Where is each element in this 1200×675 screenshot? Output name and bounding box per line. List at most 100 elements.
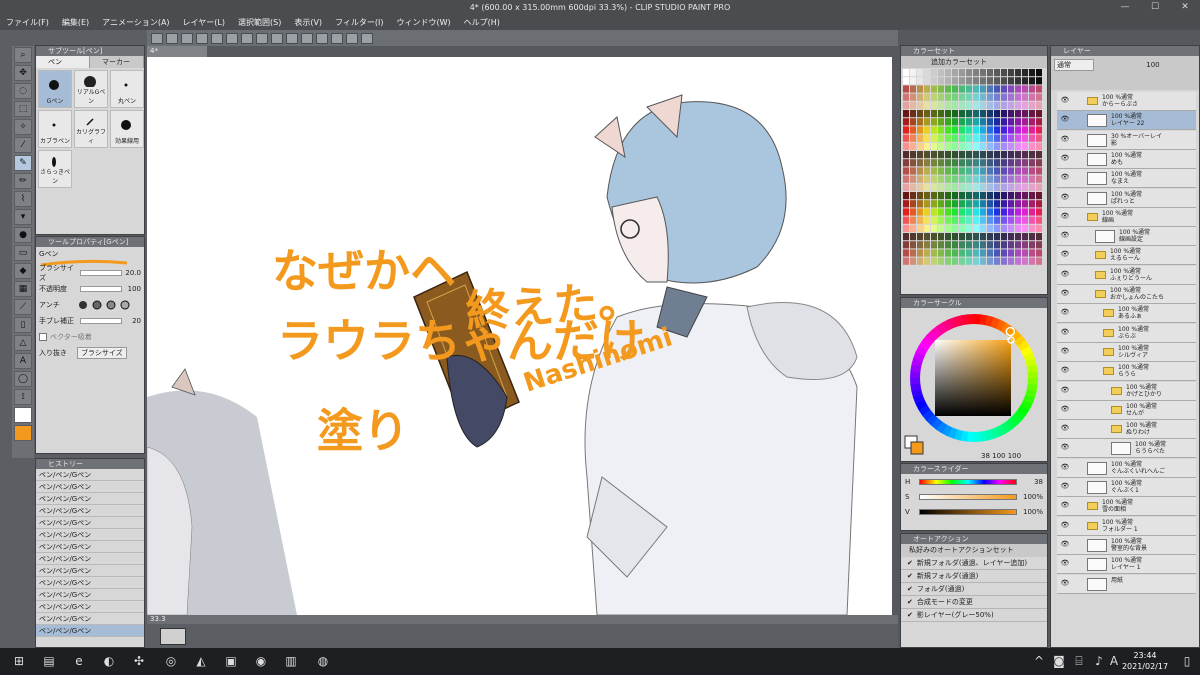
color-swatch[interactable] <box>1015 200 1021 208</box>
fill-tool-icon[interactable]: ◆ <box>14 263 32 279</box>
saturation-slider-row[interactable]: S 100% <box>901 489 1047 504</box>
color-swatch[interactable] <box>1036 134 1042 142</box>
color-swatch[interactable] <box>980 241 986 249</box>
color-swatch[interactable] <box>903 126 909 134</box>
color-swatch[interactable] <box>938 93 944 101</box>
color-swatch[interactable] <box>924 151 930 159</box>
color-swatch[interactable] <box>987 216 993 224</box>
layer-row[interactable]: 👁 100 %通常 ふぇりどうーん <box>1057 265 1196 285</box>
color-swatch[interactable] <box>1015 134 1021 142</box>
color-swatch[interactable] <box>987 77 993 85</box>
color-swatch[interactable] <box>994 77 1000 85</box>
history-item[interactable]: ペン/ペン/Gペン <box>36 529 144 541</box>
color-swatch[interactable] <box>945 249 951 257</box>
menu-window[interactable]: ウィンドウ(W) <box>397 17 451 28</box>
history-item[interactable]: ペン/ペン/Gペン <box>36 565 144 577</box>
color-swatch[interactable] <box>910 257 916 265</box>
color-swatch[interactable] <box>1001 85 1007 93</box>
color-swatch[interactable] <box>917 151 923 159</box>
color-swatch[interactable] <box>903 85 909 93</box>
color-swatch[interactable] <box>959 216 965 224</box>
color-swatch[interactable] <box>931 167 937 175</box>
color-swatch[interactable] <box>1001 101 1007 109</box>
color-swatch[interactable] <box>945 93 951 101</box>
layer-visibility-eye-icon[interactable]: 👁 <box>1059 212 1071 220</box>
color-swatch[interactable] <box>1001 216 1007 224</box>
color-swatch[interactable] <box>973 233 979 241</box>
color-swatch[interactable] <box>994 257 1000 265</box>
layer-row[interactable]: 👁 100 %通常 フォルダー 1 <box>1057 516 1196 536</box>
color-swatch[interactable] <box>966 151 972 159</box>
color-swatch[interactable] <box>917 183 923 191</box>
color-swatch[interactable] <box>1036 93 1042 101</box>
color-swatch[interactable] <box>924 134 930 142</box>
color-swatch[interactable] <box>1036 101 1042 109</box>
lasso-tool-icon[interactable]: ◌ <box>14 83 32 99</box>
color-swatch[interactable] <box>1029 134 1035 142</box>
color-swatch[interactable] <box>973 93 979 101</box>
color-swatch[interactable] <box>1022 167 1028 175</box>
color-swatch[interactable] <box>945 134 951 142</box>
color-swatch[interactable] <box>1036 110 1042 118</box>
color-swatch[interactable] <box>931 118 937 126</box>
sub-color-swatch-icon[interactable] <box>14 425 32 441</box>
color-swatch[interactable] <box>1015 69 1021 77</box>
color-swatch[interactable] <box>917 200 923 208</box>
color-swatch[interactable] <box>910 134 916 142</box>
layer-row[interactable]: 👁 100 %通常 おかしょんのこたち <box>1057 285 1196 304</box>
blend-mode-dropdown[interactable]: 通常 <box>1054 59 1094 71</box>
color-swatch[interactable] <box>931 159 937 167</box>
color-swatch[interactable] <box>966 110 972 118</box>
color-swatch[interactable] <box>1036 233 1042 241</box>
color-swatch[interactable] <box>973 249 979 257</box>
history-item[interactable]: ペン/ペン/Gペン <box>36 601 144 613</box>
color-swatch[interactable] <box>1022 192 1028 200</box>
color-swatch[interactable] <box>938 241 944 249</box>
brush-effect-line[interactable]: 効果線用 <box>110 110 144 148</box>
color-swatch[interactable] <box>924 183 930 191</box>
color-swatch[interactable] <box>987 257 993 265</box>
zoom-tool-icon[interactable]: ⌕ <box>14 47 32 63</box>
color-swatch[interactable] <box>1029 69 1035 77</box>
color-swatch[interactable] <box>1015 183 1021 191</box>
color-swatch[interactable] <box>1001 249 1007 257</box>
color-swatch[interactable] <box>910 85 916 93</box>
layer-row[interactable]: 👁 用紙 <box>1057 574 1196 594</box>
color-swatch[interactable] <box>1008 208 1014 216</box>
color-swatch[interactable] <box>1001 192 1007 200</box>
redo-icon[interactable] <box>226 32 238 44</box>
color-swatch[interactable] <box>931 216 937 224</box>
navigator-thumbnail[interactable] <box>160 628 186 645</box>
gradient-tool-icon[interactable]: ▦ <box>14 281 32 297</box>
menu-filter[interactable]: フィルター(I) <box>335 17 383 28</box>
color-swatch[interactable] <box>1022 159 1028 167</box>
antialias-row[interactable]: アンチ <box>36 297 144 313</box>
windows-start-icon[interactable]: ⊞ <box>10 653 28 670</box>
opacity-slider[interactable] <box>80 286 122 292</box>
color-swatch[interactable] <box>924 126 930 134</box>
color-swatch[interactable] <box>966 142 972 150</box>
color-swatch[interactable] <box>1022 93 1028 101</box>
color-swatch[interactable] <box>994 134 1000 142</box>
color-swatch[interactable] <box>910 142 916 150</box>
app-icon-4[interactable]: ◉ <box>252 653 270 670</box>
text-tool-icon[interactable]: A <box>14 353 32 369</box>
color-swatch[interactable] <box>959 134 965 142</box>
layer-row[interactable]: 👁 100 %通常 レイヤー 1 <box>1057 555 1196 575</box>
color-swatch[interactable] <box>980 134 986 142</box>
color-swatch[interactable] <box>1001 134 1007 142</box>
maximize-button[interactable]: ☐ <box>1140 0 1170 15</box>
tray-camera-icon[interactable]: ◙ <box>1050 653 1068 670</box>
color-swatch[interactable] <box>1008 110 1014 118</box>
color-swatch[interactable] <box>966 257 972 265</box>
autoaction-item[interactable]: ✔ 新規フォルダ(通過) <box>901 570 1047 583</box>
color-swatch[interactable] <box>1022 101 1028 109</box>
color-swatch[interactable] <box>931 241 937 249</box>
color-swatch[interactable] <box>910 200 916 208</box>
app-icon-2[interactable]: ◭ <box>192 653 210 670</box>
deselect-icon[interactable] <box>286 32 298 44</box>
color-swatch[interactable] <box>1015 101 1021 109</box>
color-swatch[interactable] <box>1001 93 1007 101</box>
color-swatch[interactable] <box>945 167 951 175</box>
color-swatch[interactable] <box>973 159 979 167</box>
